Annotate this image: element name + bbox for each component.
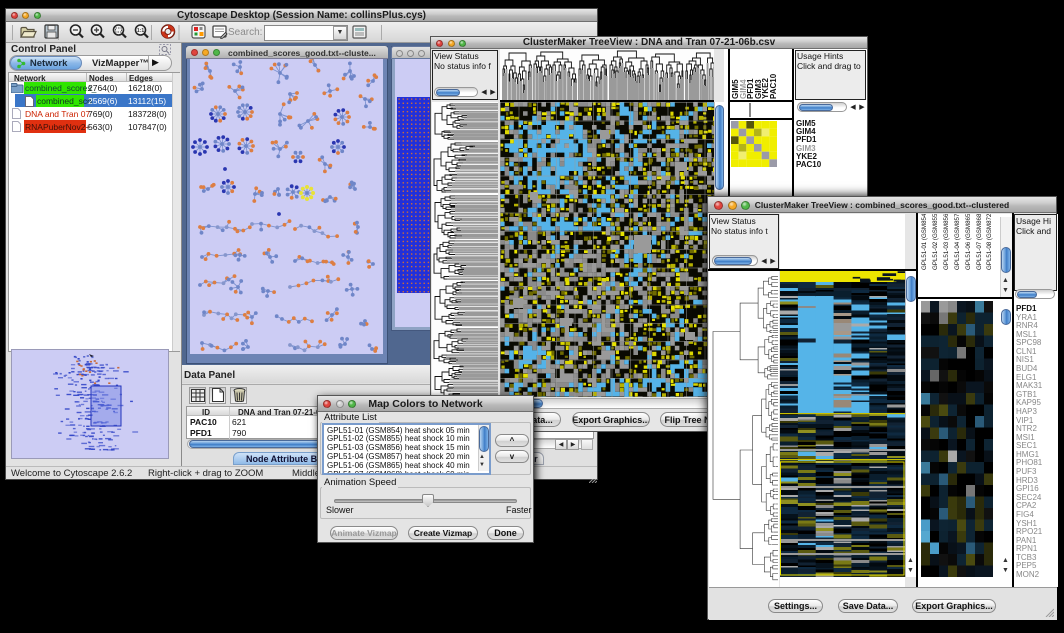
- svg-text:1:1: 1:1: [137, 28, 144, 34]
